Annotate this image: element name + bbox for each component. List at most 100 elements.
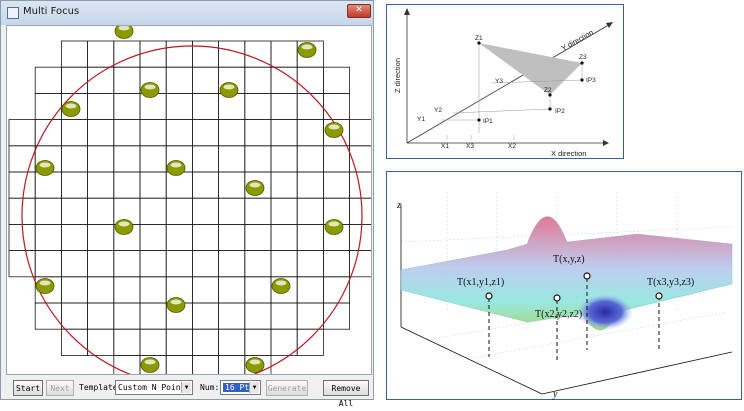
grid-cell[interactable] <box>61 66 89 94</box>
focus-point[interactable] <box>35 278 55 294</box>
grid-cell[interactable] <box>244 66 272 94</box>
grid-cell[interactable] <box>244 223 272 251</box>
grid-cell[interactable] <box>244 93 272 121</box>
focus-point[interactable] <box>297 42 317 58</box>
grid-cell[interactable] <box>270 223 298 251</box>
grid-cell[interactable] <box>191 276 219 304</box>
grid-cell[interactable] <box>296 302 324 330</box>
grid-cell[interactable] <box>218 328 246 356</box>
grid-cell[interactable] <box>8 171 36 199</box>
grid-cell[interactable] <box>296 197 324 225</box>
grid-cell[interactable] <box>218 302 246 330</box>
grid-cell[interactable] <box>296 119 324 147</box>
grid-cell[interactable] <box>218 171 246 199</box>
grid-cell[interactable] <box>165 328 193 356</box>
focus-map-canvas[interactable] <box>6 25 372 375</box>
grid-cell[interactable] <box>165 250 193 278</box>
grid-cell[interactable] <box>139 250 167 278</box>
grid-cell[interactable] <box>61 250 89 278</box>
grid-cell[interactable] <box>34 197 62 225</box>
template-select[interactable]: Custom N Point ▼ <box>115 380 193 395</box>
num-select[interactable]: 16 Pts ▼ <box>220 380 261 395</box>
focus-point[interactable] <box>166 297 186 313</box>
grid-cell[interactable] <box>218 354 246 375</box>
grid-cell[interactable] <box>113 354 141 375</box>
grid-cell[interactable] <box>270 119 298 147</box>
grid-cell[interactable] <box>165 119 193 147</box>
grid-cell[interactable] <box>270 145 298 173</box>
grid-cell[interactable] <box>191 354 219 375</box>
grid-cell[interactable] <box>87 66 115 94</box>
grid-cell[interactable] <box>191 40 219 68</box>
focus-point[interactable] <box>271 278 291 294</box>
focus-point[interactable] <box>324 122 344 138</box>
grid-cell[interactable] <box>349 145 372 173</box>
grid-cell[interactable] <box>87 171 115 199</box>
grid-cell[interactable] <box>87 93 115 121</box>
grid-cell[interactable] <box>270 250 298 278</box>
grid-cell[interactable] <box>61 171 89 199</box>
focus-point[interactable] <box>324 219 344 235</box>
grid-cell[interactable] <box>113 66 141 94</box>
grid-cell[interactable] <box>34 66 62 94</box>
grid-cell[interactable] <box>61 302 89 330</box>
grid-cell[interactable] <box>87 223 115 251</box>
grid-cell[interactable] <box>191 250 219 278</box>
grid-cell[interactable] <box>244 250 272 278</box>
grid-cell[interactable] <box>61 223 89 251</box>
grid-cell[interactable] <box>165 197 193 225</box>
grid-cell[interactable] <box>191 171 219 199</box>
grid-cell[interactable] <box>296 223 324 251</box>
grid-cell[interactable] <box>270 302 298 330</box>
grid-cell[interactable] <box>244 197 272 225</box>
remove-all-button[interactable]: Remove All <box>323 380 369 408</box>
grid-cell[interactable] <box>322 93 350 121</box>
focus-point[interactable] <box>140 82 160 98</box>
grid-cell[interactable] <box>113 93 141 121</box>
grid-cell[interactable] <box>244 145 272 173</box>
grid-cell[interactable] <box>322 171 350 199</box>
grid-cell[interactable] <box>87 302 115 330</box>
grid-cell[interactable] <box>322 145 350 173</box>
grid-cell[interactable] <box>113 302 141 330</box>
grid-cell[interactable] <box>61 276 89 304</box>
grid-cell[interactable] <box>218 145 246 173</box>
grid-cell[interactable] <box>322 66 350 94</box>
grid-cell[interactable] <box>139 119 167 147</box>
chevron-down-icon[interactable]: ▼ <box>249 382 259 393</box>
grid-cell[interactable] <box>139 302 167 330</box>
grid-cell[interactable] <box>113 328 141 356</box>
grid-cell[interactable] <box>270 197 298 225</box>
generate-button[interactable]: Generate <box>266 380 308 396</box>
grid-cell[interactable] <box>165 223 193 251</box>
grid-cell[interactable] <box>34 223 62 251</box>
grid-cell[interactable] <box>61 145 89 173</box>
grid-cell[interactable] <box>113 276 141 304</box>
grid-cell[interactable] <box>61 197 89 225</box>
focus-point[interactable] <box>166 160 186 176</box>
grid-cell[interactable] <box>244 302 272 330</box>
grid-cell[interactable] <box>139 40 167 68</box>
grid-cell[interactable] <box>113 250 141 278</box>
focus-point[interactable] <box>61 101 81 117</box>
grid-cell[interactable] <box>139 223 167 251</box>
grid-cell[interactable] <box>218 197 246 225</box>
grid-cell[interactable] <box>34 250 62 278</box>
grid-cell[interactable] <box>191 197 219 225</box>
grid-cell[interactable] <box>244 276 272 304</box>
grid-cell[interactable] <box>296 250 324 278</box>
grid-cell[interactable] <box>244 119 272 147</box>
grid-cell[interactable] <box>165 171 193 199</box>
grid-cell[interactable] <box>270 171 298 199</box>
grid-cell[interactable] <box>218 250 246 278</box>
grid-cell[interactable] <box>8 119 36 147</box>
start-button[interactable]: Start <box>13 380 43 396</box>
grid-cell[interactable] <box>87 250 115 278</box>
grid-cell[interactable] <box>270 93 298 121</box>
grid-cell[interactable] <box>165 66 193 94</box>
grid-cell[interactable] <box>270 328 298 356</box>
grid-cell[interactable] <box>139 145 167 173</box>
next-button[interactable]: Next <box>46 380 74 396</box>
grid-cell[interactable] <box>87 328 115 356</box>
grid-cell[interactable] <box>61 119 89 147</box>
